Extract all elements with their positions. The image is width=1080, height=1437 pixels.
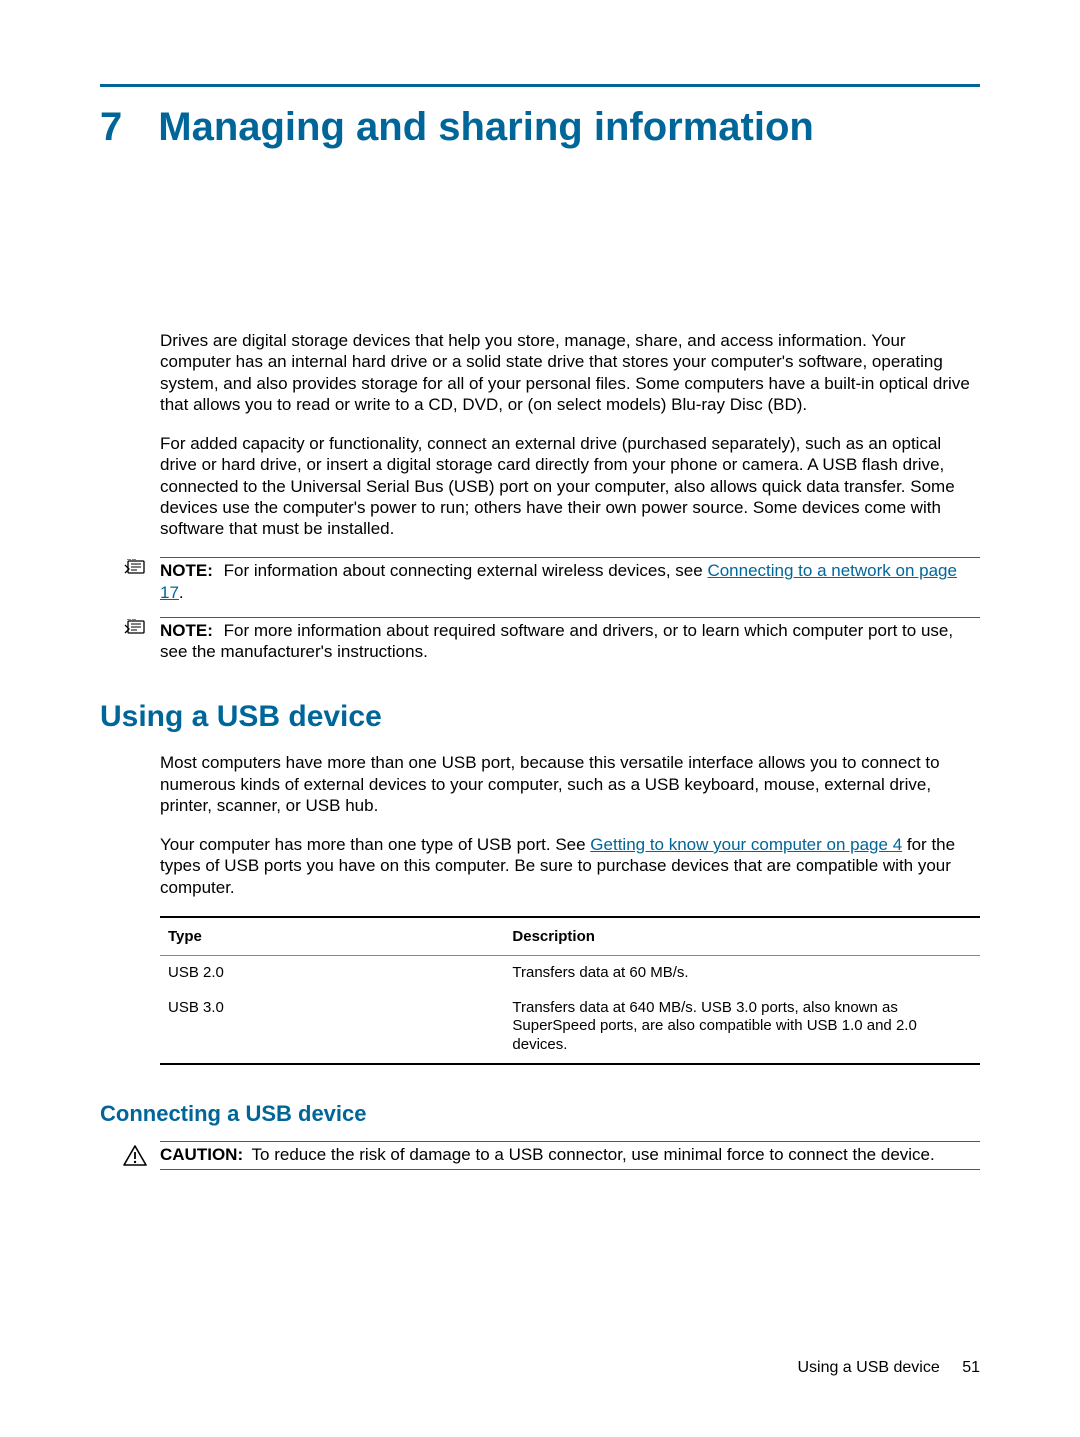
- cell-type: USB 3.0: [160, 991, 504, 1064]
- heading-using-usb: Using a USB device: [100, 700, 980, 734]
- usb-paragraph-2: Your computer has more than one type of …: [160, 834, 980, 898]
- note-label: NOTE:: [160, 621, 213, 640]
- chapter-heading: 7 Managing and sharing information: [100, 105, 980, 150]
- table-header-type: Type: [160, 917, 504, 956]
- note-2: NOTE: For more information about require…: [118, 617, 980, 663]
- note-1-text-post: .: [179, 583, 184, 602]
- usb-types-table: Type Description USB 2.0 Transfers data …: [160, 916, 980, 1065]
- footer-page-number: 51: [962, 1359, 980, 1376]
- cell-description: Transfers data at 640 MB/s. USB 3.0 port…: [504, 991, 980, 1064]
- intro-paragraph-1: Drives are digital storage devices that …: [160, 330, 980, 415]
- page-footer: Using a USB device 51: [797, 1359, 980, 1377]
- note-icon: [123, 619, 147, 644]
- cell-description: Transfers data at 60 MB/s.: [504, 955, 980, 990]
- chapter-title: Managing and sharing information: [158, 105, 814, 150]
- table-header-description: Description: [504, 917, 980, 956]
- note-icon: [123, 559, 147, 584]
- note-1: NOTE: For information about connecting e…: [118, 557, 980, 603]
- footer-section-title: Using a USB device: [797, 1359, 939, 1376]
- link-getting-to-know[interactable]: Getting to know your computer on page 4: [590, 835, 902, 854]
- note-2-text: For more information about required soft…: [160, 621, 953, 661]
- usb-paragraph-1: Most computers have more than one USB po…: [160, 752, 980, 816]
- note-label: NOTE:: [160, 561, 213, 580]
- note-1-text-pre: For information about connecting externa…: [224, 561, 708, 580]
- chapter-rule: [100, 84, 980, 87]
- caution-icon: [123, 1145, 147, 1172]
- caution-label: CAUTION:: [160, 1145, 243, 1164]
- cell-type: USB 2.0: [160, 955, 504, 990]
- usb-p2-pre: Your computer has more than one type of …: [160, 835, 590, 854]
- heading-connecting-usb: Connecting a USB device: [100, 1101, 980, 1127]
- chapter-number: 7: [100, 105, 122, 150]
- caution-body: To reduce the risk of damage to a USB co…: [252, 1145, 935, 1164]
- caution-block: CAUTION: To reduce the risk of damage to…: [118, 1141, 980, 1172]
- table-row: USB 2.0 Transfers data at 60 MB/s.: [160, 955, 980, 990]
- intro-paragraph-2: For added capacity or functionality, con…: [160, 433, 980, 539]
- table-row: USB 3.0 Transfers data at 640 MB/s. USB …: [160, 991, 980, 1064]
